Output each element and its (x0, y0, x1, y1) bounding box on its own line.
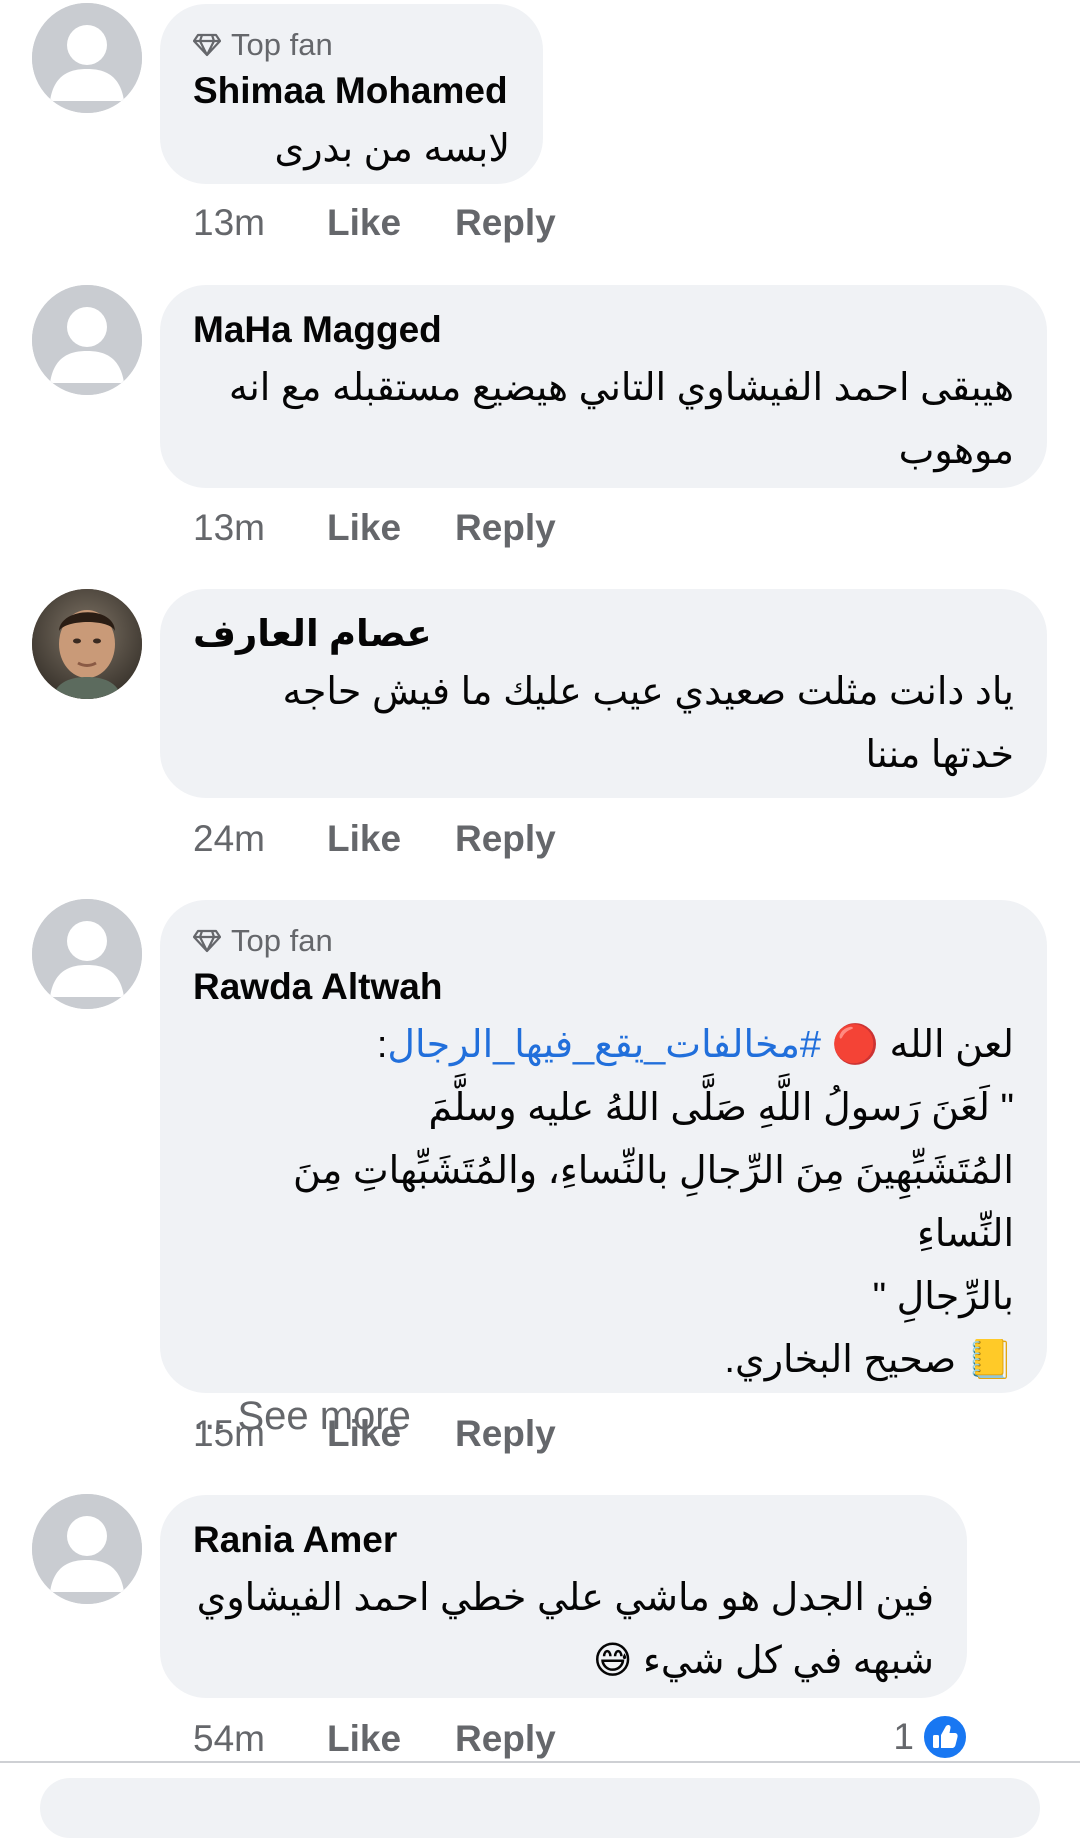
comment-text-line: " لَعَنَ رَسولُ اللَّهِ صَلَّى اللهُ علي… (428, 1087, 1014, 1129)
reply-button[interactable]: Reply (455, 1718, 556, 1760)
comment-author[interactable]: Rania Amer (193, 1517, 934, 1563)
top-fan-label: Top fan (231, 27, 333, 62)
reaction-count: 1 (893, 1716, 914, 1757)
avatar[interactable] (32, 1494, 142, 1604)
comment-bubble: Top fan Shimaa Mohamed لابسه من بدرى (160, 4, 543, 184)
like-button[interactable]: Like (327, 507, 455, 549)
like-reaction-icon (922, 1714, 968, 1760)
comment-author[interactable]: MaHa Magged (193, 307, 1014, 353)
comment-author[interactable]: عصام العارف (193, 611, 1014, 657)
comment-text-line: موهوب (898, 430, 1014, 472)
comment-time[interactable]: 54m (193, 1718, 327, 1760)
comment-bubble: Rania Amer فين الجدل هو ماشي علي خطي احم… (160, 1495, 967, 1698)
default-avatar-icon (32, 1494, 142, 1604)
avatar[interactable] (32, 285, 142, 395)
comment-bubble: MaHa Magged هيبقى احمد الفيشاوي التاني ه… (160, 285, 1047, 488)
comment-text-line: بالرِّجالِ " (872, 1276, 1014, 1318)
text-segment: لعن الله (889, 1024, 1014, 1066)
profile-photo (32, 589, 142, 699)
text-segment: شبهه في كل شيء (643, 1640, 934, 1682)
text-segment: : (376, 1024, 388, 1066)
avatar[interactable] (32, 3, 142, 113)
diamond-icon (193, 33, 221, 57)
comment-bubble: Top fan Rawda Altwah لعن الله 🔴 #مخالفات… (160, 900, 1047, 1438)
comment-text-line: خدتها مننا (865, 734, 1014, 776)
text-segment: صحيح البخاري. (724, 1339, 957, 1381)
like-button[interactable]: Like (327, 202, 455, 244)
default-avatar-icon (32, 3, 142, 113)
comment-actions: 54m Like Reply (193, 1718, 556, 1760)
top-fan-badge: Top fan (193, 920, 1014, 962)
comment-time[interactable]: 15m (193, 1413, 327, 1455)
like-button[interactable]: Like (327, 1718, 455, 1760)
avatar[interactable] (32, 899, 142, 1009)
like-button[interactable]: Like (327, 818, 455, 860)
comment-actions: 13m Like Reply (193, 507, 556, 549)
default-avatar-icon (32, 899, 142, 1009)
hashtag-link[interactable]: #مخالفات_يقع_فيها_الرجال (387, 1024, 821, 1066)
comment-text-line: 📒 صحيح البخاري. (193, 1329, 1014, 1392)
comment-author[interactable]: Rawda Altwah (193, 964, 1014, 1010)
like-button[interactable]: Like (327, 1413, 455, 1455)
avatar[interactable] (32, 589, 142, 699)
reply-button[interactable]: Reply (455, 202, 556, 244)
comment-text-line: هيبقى احمد الفيشاوي التاني هيضيع مستقبله… (228, 367, 1014, 409)
comment-text-line: شبهه في كل شيء 😅 (193, 1630, 934, 1693)
comment-time[interactable]: 13m (193, 202, 327, 244)
comment-time[interactable]: 24m (193, 818, 327, 860)
reply-button[interactable]: Reply (455, 818, 556, 860)
comment-text-line: ياد دانت مثلت صعيدي عيب عليك ما فيش حاجه (282, 671, 1014, 713)
reaction-summary[interactable]: 1 (893, 1714, 968, 1760)
comment-time[interactable]: 13m (193, 507, 327, 549)
top-fan-label: Top fan (231, 923, 333, 958)
comment-text-line: المُتَشَبِّهِينَ مِنَ الرِّجالِ بالنِّسا… (293, 1150, 1014, 1255)
top-fan-badge: Top fan (193, 24, 510, 66)
comment-author[interactable]: Shimaa Mohamed (193, 68, 510, 114)
sweat-smile-emoji: 😅 (592, 1640, 633, 1682)
comment-text-line: لعن الله 🔴 #مخالفات_يقع_فيها_الرجال: (193, 1014, 1014, 1077)
diamond-icon (193, 929, 221, 953)
red-circle-emoji: 🔴 (831, 1024, 879, 1066)
comment-text-line: فين الجدل هو ماشي علي خطي احمد الفيشاوي (196, 1577, 934, 1619)
comment-actions: 15m Like Reply (193, 1413, 556, 1455)
reply-button[interactable]: Reply (455, 1413, 556, 1455)
comment-text: لابسه من بدرى (274, 128, 510, 170)
default-avatar-icon (32, 285, 142, 395)
reply-button[interactable]: Reply (455, 507, 556, 549)
divider (0, 1761, 1080, 1763)
comment-actions: 13m Like Reply (193, 202, 556, 244)
notebook-emoji: 📒 (966, 1339, 1014, 1381)
comment-actions: 24m Like Reply (193, 818, 556, 860)
next-comment-bubble (40, 1778, 1040, 1838)
comment-bubble: عصام العارف ياد دانت مثلت صعيدي عيب عليك… (160, 589, 1047, 798)
